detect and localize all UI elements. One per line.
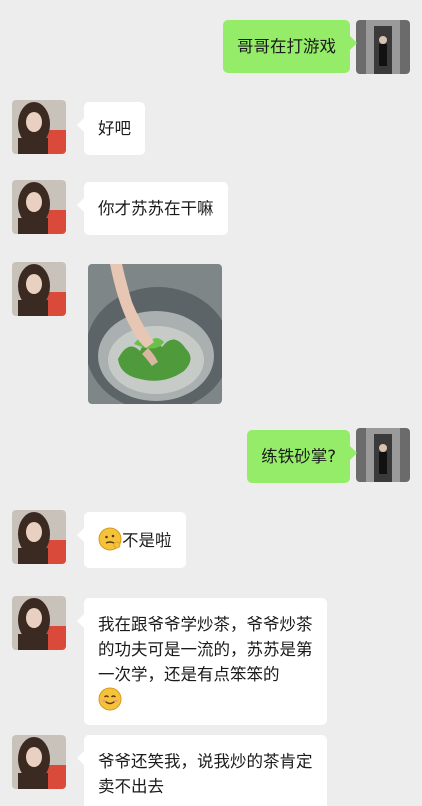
thinking-emoji-icon — [98, 527, 122, 551]
contact-avatar[interactable] — [12, 510, 66, 564]
message-line: 爷爷还笑我，说我炒的茶肯定 — [98, 752, 313, 771]
my-avatar[interactable] — [356, 428, 410, 482]
contact-avatar[interactable] — [12, 180, 66, 234]
smile-emoji-icon — [98, 687, 122, 711]
message-text: 哥哥在打游戏 — [237, 37, 336, 56]
message-line: 卖不出去 — [98, 777, 164, 796]
my-avatar[interactable] — [356, 20, 410, 74]
message-text: 练铁砂掌? — [261, 447, 336, 466]
message-text: 好吧 — [98, 119, 131, 138]
message-bubble-outgoing[interactable]: 练铁砂掌? — [247, 430, 357, 483]
message-image[interactable] — [88, 264, 222, 404]
contact-avatar[interactable] — [12, 100, 66, 154]
message-text: 你才苏苏在干嘛 — [98, 199, 214, 218]
message-bubble-outgoing[interactable]: 哥哥在打游戏 — [223, 20, 357, 73]
message-bubble-incoming[interactable]: 你才苏苏在干嘛 — [77, 182, 228, 235]
message-line: 我在跟爷爷学炒茶，爷爷炒茶 — [98, 615, 313, 634]
message-text: 不是啦 — [122, 531, 172, 550]
message-bubble-incoming[interactable]: 我在跟爷爷学炒茶，爷爷炒茶 的功夫可是一流的，苏苏是第 一次学，还是有点笨笨的 — [77, 598, 327, 725]
contact-avatar[interactable] — [12, 262, 66, 316]
message-line: 一次学，还是有点笨笨的 — [98, 665, 280, 684]
contact-avatar[interactable] — [12, 735, 66, 789]
message-bubble-incoming[interactable]: 不是啦 — [77, 512, 186, 568]
message-line: 的功夫可是一流的，苏苏是第 — [98, 640, 313, 659]
contact-avatar[interactable] — [12, 596, 66, 650]
message-bubble-incoming[interactable]: 好吧 — [77, 102, 145, 155]
message-bubble-incoming[interactable]: 爷爷还笑我，说我炒的茶肯定 卖不出去 — [77, 735, 327, 806]
